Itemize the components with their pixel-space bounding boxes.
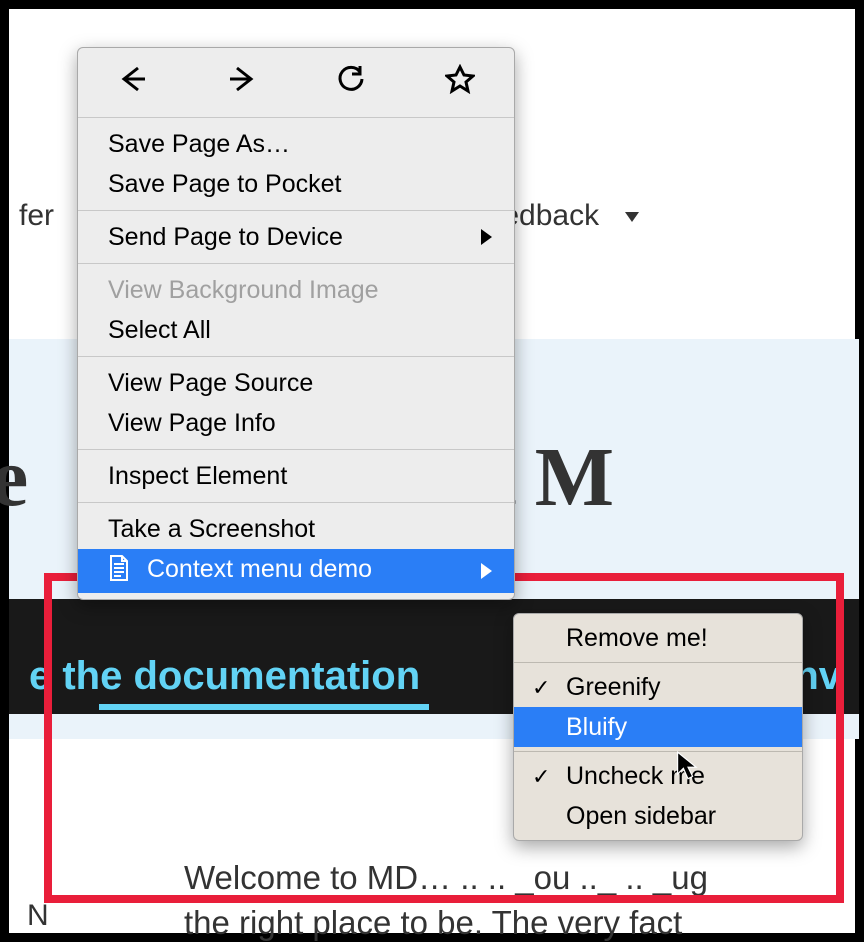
- nav-fragment-left: fer: [19, 199, 54, 232]
- body-fragment-left: N: [27, 899, 49, 933]
- document-icon: [108, 555, 130, 590]
- forward-icon[interactable]: [227, 64, 257, 101]
- check-icon: ✓: [532, 760, 550, 794]
- check-icon: ✓: [532, 671, 550, 705]
- submenu-item-remove-me[interactable]: Remove me!: [514, 618, 802, 658]
- context-submenu: Remove me! ✓ Greenify Bluify ✓ Uncheck m…: [513, 613, 803, 841]
- chevron-down-icon: [625, 212, 639, 222]
- menu-item-send-to-device[interactable]: Send Page to Device: [78, 217, 514, 257]
- submenu-item-greenify[interactable]: ✓ Greenify: [514, 667, 802, 707]
- menu-item-save-page-as[interactable]: Save Page As…: [78, 124, 514, 164]
- menu-item-screenshot[interactable]: Take a Screenshot: [78, 509, 514, 549]
- menu-item-view-bg-image: View Background Image: [78, 270, 514, 310]
- menu-item-view-info[interactable]: View Page Info: [78, 403, 514, 443]
- menu-item-view-source[interactable]: View Page Source: [78, 363, 514, 403]
- nav-fragment-right[interactable]: edback: [502, 199, 659, 232]
- cursor-icon: [675, 751, 701, 786]
- submenu-arrow-icon: [481, 563, 492, 579]
- reload-icon[interactable]: [336, 64, 366, 101]
- star-icon[interactable]: [445, 64, 475, 101]
- menu-item-inspect[interactable]: Inspect Element: [78, 456, 514, 496]
- submenu-item-open-sidebar[interactable]: Open sidebar: [514, 796, 802, 836]
- context-menu: Save Page As… Save Page to Pocket Send P…: [77, 47, 515, 600]
- back-icon[interactable]: [118, 64, 148, 101]
- submenu-arrow-icon: [481, 229, 492, 245]
- body-line-2: the right place to be. The very fact: [184, 904, 682, 942]
- menu-item-save-to-pocket[interactable]: Save Page to Pocket: [78, 164, 514, 204]
- menu-item-select-all[interactable]: Select All: [78, 310, 514, 350]
- submenu-item-bluify[interactable]: Bluify: [514, 707, 802, 747]
- menu-item-context-menu-demo[interactable]: Context menu demo: [78, 549, 514, 593]
- submenu-item-uncheck-me[interactable]: ✓ Uncheck me: [514, 756, 802, 796]
- context-menu-nav-row: [78, 48, 514, 118]
